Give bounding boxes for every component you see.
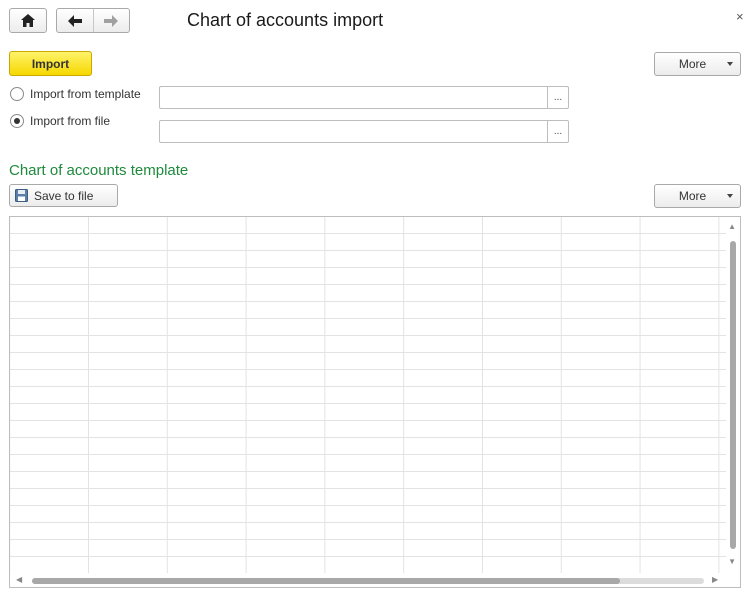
import-button[interactable]: Import	[9, 51, 92, 76]
chevron-down-icon	[727, 194, 733, 198]
floppy-disk-icon	[15, 189, 28, 202]
spreadsheet-cells[interactable]	[10, 217, 726, 573]
home-button[interactable]	[9, 8, 47, 33]
radio-label: Import from file	[30, 114, 111, 128]
template-picker-button[interactable]: ...	[547, 87, 568, 108]
vertical-scrollbar[interactable]: ▲ ▼	[726, 217, 740, 573]
radio-import-from-template[interactable]: Import from template	[10, 87, 141, 101]
scroll-up-icon[interactable]: ▲	[728, 222, 736, 231]
forward-button[interactable]	[92, 9, 130, 32]
scroll-left-icon[interactable]: ◀	[16, 575, 22, 584]
horizontal-scrollbar[interactable]: ◀ ▶	[10, 573, 740, 587]
close-icon[interactable]: ×	[736, 9, 744, 24]
back-button[interactable]	[57, 9, 93, 32]
scroll-down-icon[interactable]: ▼	[728, 557, 736, 566]
chevron-down-icon	[727, 62, 733, 66]
arrow-right-icon	[104, 14, 119, 27]
save-to-file-label: Save to file	[34, 188, 94, 203]
scroll-right-icon[interactable]: ▶	[712, 575, 718, 584]
section-title: Chart of accounts template	[9, 162, 189, 179]
radio-import-from-file[interactable]: Import from file	[10, 114, 110, 128]
horizontal-scroll-thumb[interactable]	[32, 578, 620, 584]
file-picker-button[interactable]: ...	[547, 121, 568, 142]
more-button-label: More	[678, 189, 707, 203]
more-button-label: More	[678, 57, 707, 71]
history-navigation	[56, 8, 130, 33]
arrow-left-icon	[67, 14, 82, 27]
radio-label: Import from template	[30, 87, 141, 101]
more-button[interactable]: More	[654, 52, 741, 76]
radio-button[interactable]	[10, 114, 24, 128]
file-field[interactable]: ...	[159, 120, 569, 143]
template-field[interactable]: ...	[159, 86, 569, 109]
radio-button[interactable]	[10, 87, 24, 101]
template-more-button[interactable]: More	[654, 184, 741, 208]
vertical-scroll-thumb[interactable]	[730, 241, 736, 549]
window-title: Chart of accounts import	[187, 10, 384, 30]
save-to-file-button[interactable]: Save to file	[9, 184, 118, 207]
home-icon	[21, 14, 35, 27]
template-spreadsheet[interactable]: ▲ ▼ ◀ ▶	[9, 216, 741, 588]
